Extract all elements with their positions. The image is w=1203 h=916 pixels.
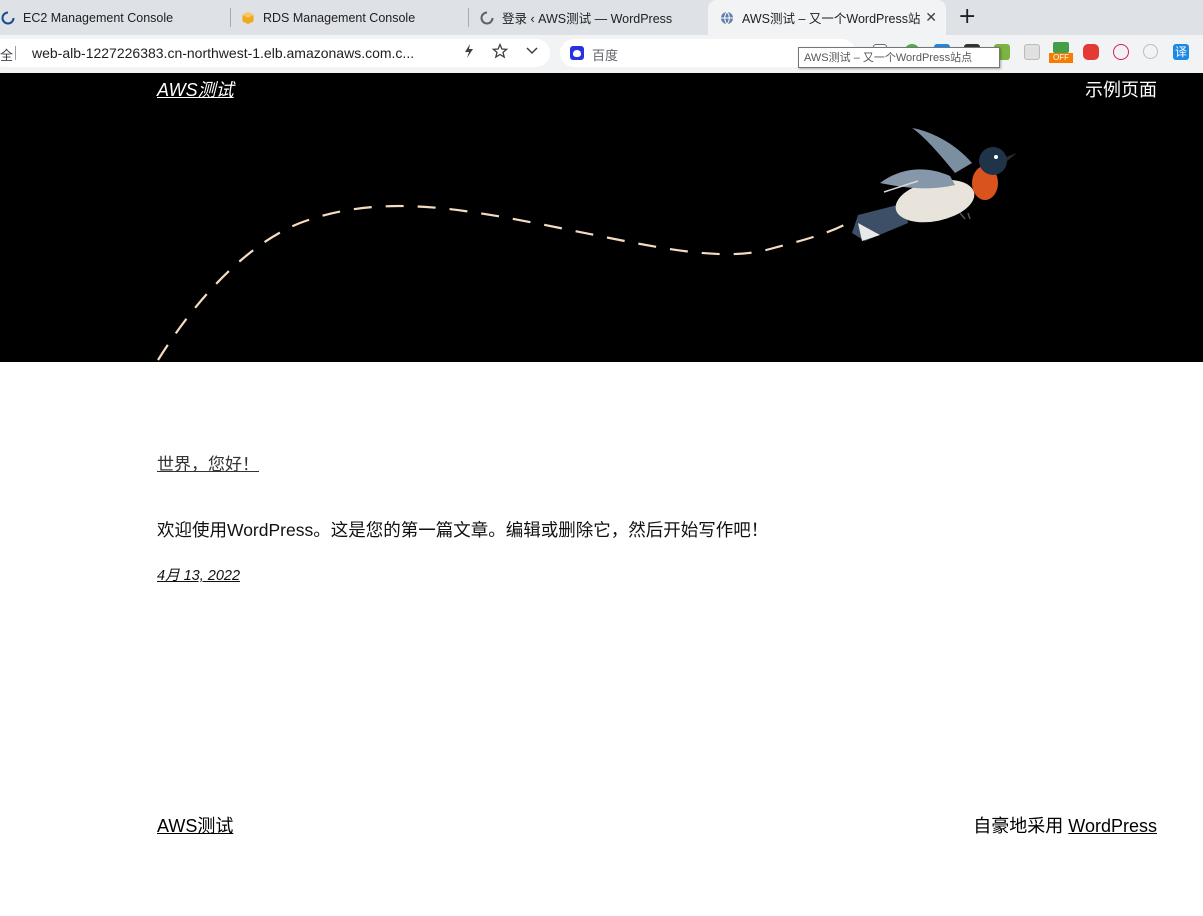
- video-extension-icon[interactable]: [1083, 44, 1099, 60]
- site-header: AWS测试 示例页面: [0, 73, 1203, 362]
- browser-tab-strip: EC2 Management Console RDS Management Co…: [0, 0, 1203, 35]
- wordpress-link[interactable]: WordPress: [1068, 816, 1157, 836]
- flight-path-dashes: [157, 204, 849, 361]
- address-divider: [15, 46, 16, 60]
- tab-rds[interactable]: RDS Management Console: [240, 0, 466, 35]
- star-bookmark-icon[interactable]: [491, 42, 509, 63]
- aws-cube-icon: [240, 10, 256, 26]
- loading-spinner-icon: [479, 10, 495, 26]
- tab-divider: [468, 8, 469, 27]
- du-extension-icon[interactable]: [1113, 44, 1129, 60]
- hero-illustration: [157, 128, 1017, 361]
- tab-ec2[interactable]: EC2 Management Console: [0, 0, 228, 35]
- tab-wp-login[interactable]: 登录 ‹ AWS测试 — WordPress: [479, 0, 705, 35]
- off-badge: OFF: [1049, 53, 1073, 63]
- post-date-link[interactable]: 4月 13, 2022: [157, 564, 240, 585]
- nav-sample-page-link[interactable]: 示例页面: [1085, 76, 1157, 102]
- footer-site-title-link[interactable]: AWS测试: [157, 812, 233, 838]
- browser-toolbar: 全 web-alb-1227226383.cn-northwest-1.elb.…: [0, 35, 1203, 74]
- security-label[interactable]: 全: [0, 45, 13, 64]
- tab-tooltip: AWS测试 – 又一个WordPress站点: [798, 47, 1000, 68]
- tab-title: RDS Management Console: [263, 10, 416, 25]
- baidu-paw-icon: [570, 46, 584, 60]
- chevron-down-icon[interactable]: [525, 43, 539, 63]
- tab-aws-site[interactable]: AWS测试 – 又一个WordPress站 ✕: [708, 0, 946, 35]
- loading-spinner-icon: [0, 10, 16, 26]
- info-icon: [1053, 42, 1069, 53]
- monitor-extension-icon[interactable]: [1024, 44, 1040, 60]
- off-extension-icon[interactable]: OFF: [1049, 42, 1073, 64]
- close-tab-icon[interactable]: ✕: [925, 9, 937, 26]
- address-bar[interactable]: 全 web-alb-1227226383.cn-northwest-1.elb.…: [0, 39, 550, 67]
- site-title-link[interactable]: AWS测试: [157, 76, 234, 102]
- tab-divider: [230, 8, 231, 27]
- lightning-icon[interactable]: [463, 43, 475, 63]
- post-title-link[interactable]: 世界，您好！: [157, 450, 259, 475]
- tab-title: 登录 ‹ AWS测试 — WordPress: [502, 12, 673, 26]
- post-excerpt: 欢迎使用WordPress。这是您的第一篇文章。编辑或删除它，然后开始写作吧！: [157, 520, 769, 540]
- footer-credit-prefix: 自豪地采用: [973, 816, 1069, 836]
- search-placeholder: 百度: [592, 49, 619, 64]
- tab-title: EC2 Management Console: [23, 10, 174, 25]
- address-url[interactable]: web-alb-1227226383.cn-northwest-1.elb.am…: [32, 45, 414, 61]
- globe-icon: [719, 10, 735, 26]
- footer-credit: 自豪地采用 WordPress: [973, 812, 1157, 838]
- bird-illustration: [852, 128, 1017, 241]
- circle-extension-icon[interactable]: [1143, 44, 1158, 59]
- tab-title: AWS测试 – 又一个WordPress站: [742, 12, 921, 26]
- new-tab-button[interactable]: +: [958, 5, 976, 29]
- translate-icon[interactable]: 译: [1173, 44, 1189, 60]
